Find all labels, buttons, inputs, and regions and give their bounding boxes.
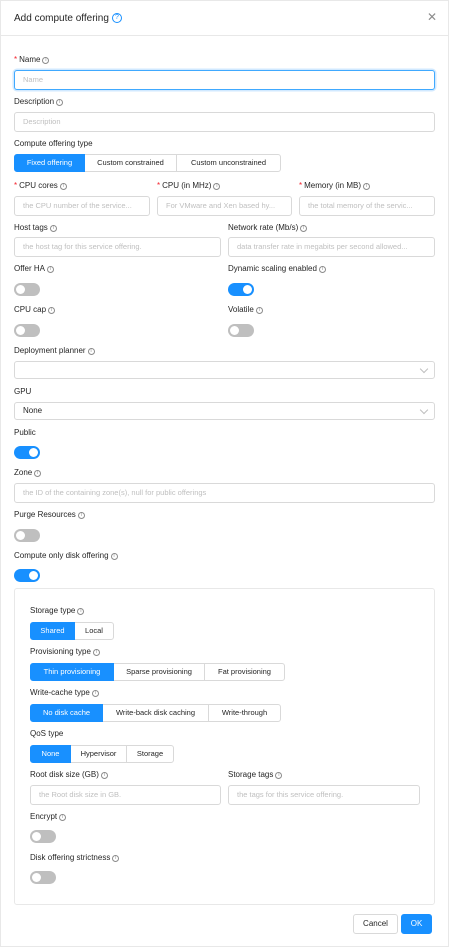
- cpu-cores-input[interactable]: the CPU number of the service...: [14, 196, 150, 216]
- memory-input[interactable]: the total memory of the servic...: [299, 196, 435, 216]
- write-cache-write-back[interactable]: Write-back disk caching: [102, 704, 209, 722]
- provisioning-type-label: Provisioning type i: [30, 647, 100, 656]
- ok-button[interactable]: OK: [401, 914, 432, 934]
- encrypt-label: Encrypt i: [30, 812, 67, 821]
- storage-type-shared[interactable]: Shared: [30, 622, 75, 640]
- info-circle-icon: i: [92, 649, 100, 656]
- info-circle-icon: i: [363, 183, 371, 190]
- offering-type-custom-unconstrained[interactable]: Custom unconstrained: [176, 154, 281, 172]
- close-icon[interactable]: ✕: [425, 10, 439, 24]
- description-input[interactable]: Description: [14, 112, 435, 132]
- memory-label: * Memory (in MB) i: [299, 181, 371, 190]
- info-circle-icon: i: [59, 183, 67, 190]
- add-compute-offering-dialog: Add compute offering ? ✕ * Name i Name Des…: [0, 0, 449, 947]
- name-input[interactable]: Name: [14, 70, 435, 90]
- info-circle-icon: i: [91, 690, 99, 697]
- provisioning-sparse[interactable]: Sparse provisioning: [113, 663, 205, 681]
- storage-type-label: Storage type i: [30, 606, 85, 615]
- write-cache-write-through[interactable]: Write-through: [208, 704, 281, 722]
- info-circle-icon: i: [213, 183, 221, 190]
- info-circle-icon: i: [48, 307, 56, 314]
- cancel-button[interactable]: Cancel: [353, 914, 398, 934]
- cpu-mhz-label: * CPU (in MHz) i: [157, 181, 221, 190]
- info-circle-icon: i: [100, 772, 108, 779]
- storage-type-selector: Shared Local: [30, 622, 114, 640]
- offering-type-fixed[interactable]: Fixed offering: [14, 154, 85, 172]
- offer-ha-toggle[interactable]: [14, 283, 40, 296]
- offering-type-selector: Fixed offering Custom constrained Custom…: [14, 154, 281, 172]
- info-circle-icon: i: [59, 814, 67, 821]
- info-circle-icon: i: [318, 266, 326, 273]
- host-tags-input[interactable]: the host tag for this service offering.: [14, 237, 221, 257]
- cpu-mhz-input[interactable]: For VMware and Xen based hy...: [157, 196, 292, 216]
- qos-none[interactable]: None: [30, 745, 71, 763]
- root-disk-size-label: Root disk size (GB) i: [30, 770, 108, 779]
- info-circle-icon: i: [77, 608, 85, 615]
- root-disk-size-input[interactable]: the Root disk size in GB.: [30, 785, 221, 805]
- offer-ha-label: Offer HA i: [14, 264, 54, 273]
- info-circle-icon: i: [46, 266, 54, 273]
- info-circle-icon: i: [300, 225, 308, 232]
- zone-label: Zone i: [14, 468, 42, 477]
- gpu-select[interactable]: None: [14, 402, 435, 420]
- purge-resources-toggle[interactable]: [14, 529, 40, 542]
- dialog-title: Add compute offering: [14, 13, 109, 24]
- gpu-label: GPU: [14, 387, 32, 396]
- offering-type-custom-constrained[interactable]: Custom constrained: [84, 154, 177, 172]
- deployment-planner-select[interactable]: [14, 361, 435, 379]
- write-cache-none[interactable]: No disk cache: [30, 704, 103, 722]
- deployment-planner-label: Deployment planner i: [14, 346, 95, 355]
- purge-resources-label: Purge Resources i: [14, 510, 85, 519]
- network-rate-input[interactable]: data transfer rate in megabits per secon…: [228, 237, 435, 257]
- name-label: * Name i: [14, 55, 50, 64]
- info-circle-icon: i: [34, 470, 42, 477]
- dynamic-scaling-label: Dynamic scaling enabled i: [228, 264, 326, 273]
- description-label: Description i: [14, 97, 64, 106]
- disk-strictness-label: Disk offering strictness i: [30, 853, 120, 862]
- info-circle-icon: i: [77, 512, 85, 519]
- provisioning-type-selector: Thin provisioning Sparse provisioning Fa…: [30, 663, 285, 681]
- qos-storage[interactable]: Storage: [126, 745, 174, 763]
- encrypt-toggle[interactable]: [30, 830, 56, 843]
- qos-type-selector: None Hypervisor Storage: [30, 745, 174, 763]
- qos-hypervisor[interactable]: Hypervisor: [70, 745, 127, 763]
- question-circle-icon[interactable]: ?: [112, 13, 122, 23]
- volatile-label: Volatile i: [228, 305, 263, 314]
- public-toggle[interactable]: [14, 446, 40, 459]
- info-circle-icon: i: [56, 99, 64, 106]
- volatile-toggle[interactable]: [228, 324, 254, 337]
- chevron-down-icon: [419, 405, 429, 415]
- cpu-cap-label: CPU cap i: [14, 305, 56, 314]
- cpu-cap-toggle[interactable]: [14, 324, 40, 337]
- qos-type-label: QoS type: [30, 729, 64, 738]
- compute-only-disk-label: Compute only disk offering i: [14, 551, 118, 560]
- disk-strictness-toggle[interactable]: [30, 871, 56, 884]
- write-cache-type-label: Write-cache type i: [30, 688, 99, 697]
- dialog-header: Add compute offering ? ✕: [1, 1, 448, 36]
- offering-type-label: Compute offering type: [14, 139, 93, 148]
- provisioning-fat[interactable]: Fat provisioning: [204, 663, 285, 681]
- dynamic-scaling-toggle[interactable]: [228, 283, 254, 296]
- chevron-down-icon: [419, 364, 429, 374]
- info-circle-icon: i: [87, 348, 95, 355]
- zone-input[interactable]: the ID of the containing zone(s), null f…: [14, 483, 435, 503]
- info-circle-icon: i: [255, 307, 263, 314]
- storage-tags-input[interactable]: the tags for this service offering.: [228, 785, 420, 805]
- cpu-cores-label: * CPU cores i: [14, 181, 67, 190]
- write-cache-type-selector: No disk cache Write-back disk caching Wr…: [30, 704, 281, 722]
- compute-only-disk-toggle[interactable]: [14, 569, 40, 582]
- info-circle-icon: i: [42, 57, 50, 64]
- info-circle-icon: i: [49, 225, 57, 232]
- host-tags-label: Host tags i: [14, 223, 57, 232]
- storage-type-local[interactable]: Local: [74, 622, 114, 640]
- info-circle-icon: i: [112, 855, 120, 862]
- info-circle-icon: i: [110, 553, 118, 560]
- network-rate-label: Network rate (Mb/s) i: [228, 223, 308, 232]
- provisioning-thin[interactable]: Thin provisioning: [30, 663, 114, 681]
- public-label: Public: [14, 428, 36, 437]
- storage-tags-label: Storage tags i: [228, 770, 283, 779]
- info-circle-icon: i: [275, 772, 283, 779]
